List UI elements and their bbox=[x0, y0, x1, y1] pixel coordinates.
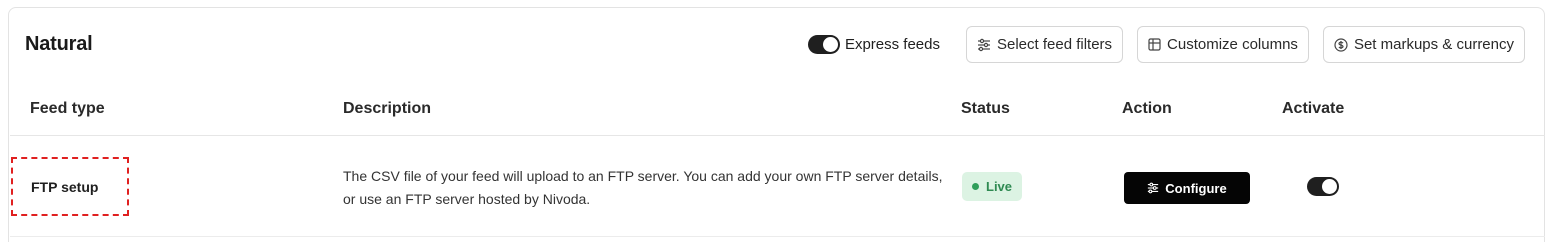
feed-type-cell-highlighted: FTP setup bbox=[11, 157, 129, 216]
toolbar: Express feeds Select feed filters Custom… bbox=[807, 26, 1525, 63]
toggle-knob bbox=[822, 37, 838, 52]
set-markups-currency-button[interactable]: Set markups & currency bbox=[1322, 26, 1525, 63]
select-feed-filters-label: Select feed filters bbox=[996, 36, 1113, 53]
express-feeds-toggle[interactable] bbox=[807, 35, 840, 54]
column-header-description: Description bbox=[343, 100, 432, 117]
status-dot bbox=[972, 183, 979, 190]
column-header-action: Action bbox=[1122, 100, 1172, 117]
configure-label: Configure bbox=[1165, 180, 1227, 196]
section-title: Natural bbox=[25, 33, 93, 55]
customize-columns-label: Customize columns bbox=[1167, 36, 1298, 53]
table-row: FTP setup The CSV file of your feed will… bbox=[10, 136, 1545, 237]
table-header: Feed type Description Status Action Acti… bbox=[10, 98, 1545, 136]
configure-button[interactable]: Configure bbox=[1124, 172, 1250, 204]
set-markups-currency-label: Set markups & currency bbox=[1353, 36, 1514, 53]
status-label: Live bbox=[986, 179, 1013, 194]
feed-type-name: FTP setup bbox=[31, 178, 99, 195]
dollar-circle-icon bbox=[1334, 37, 1348, 52]
feed-card: Natural Express feeds Select feed filter… bbox=[8, 7, 1545, 242]
feed-description: The CSV file of your feed will upload to… bbox=[343, 168, 943, 207]
select-feed-filters-button[interactable]: Select feed filters bbox=[965, 26, 1124, 63]
express-feeds-toggle-group[interactable]: Express feeds bbox=[807, 35, 940, 54]
sliders-icon bbox=[1148, 182, 1159, 194]
table-columns-icon bbox=[1148, 38, 1161, 51]
column-header-status: Status bbox=[961, 100, 1010, 117]
sliders-icon bbox=[977, 38, 990, 51]
activate-toggle[interactable] bbox=[1307, 177, 1339, 196]
column-header-activate: Activate bbox=[1282, 100, 1345, 117]
customize-columns-button[interactable]: Customize columns bbox=[1137, 26, 1309, 63]
column-header-feed-type: Feed type bbox=[30, 100, 105, 117]
express-feeds-label: Express feeds bbox=[844, 36, 940, 53]
status-badge: Live bbox=[962, 172, 1022, 201]
toggle-knob bbox=[1322, 179, 1337, 194]
